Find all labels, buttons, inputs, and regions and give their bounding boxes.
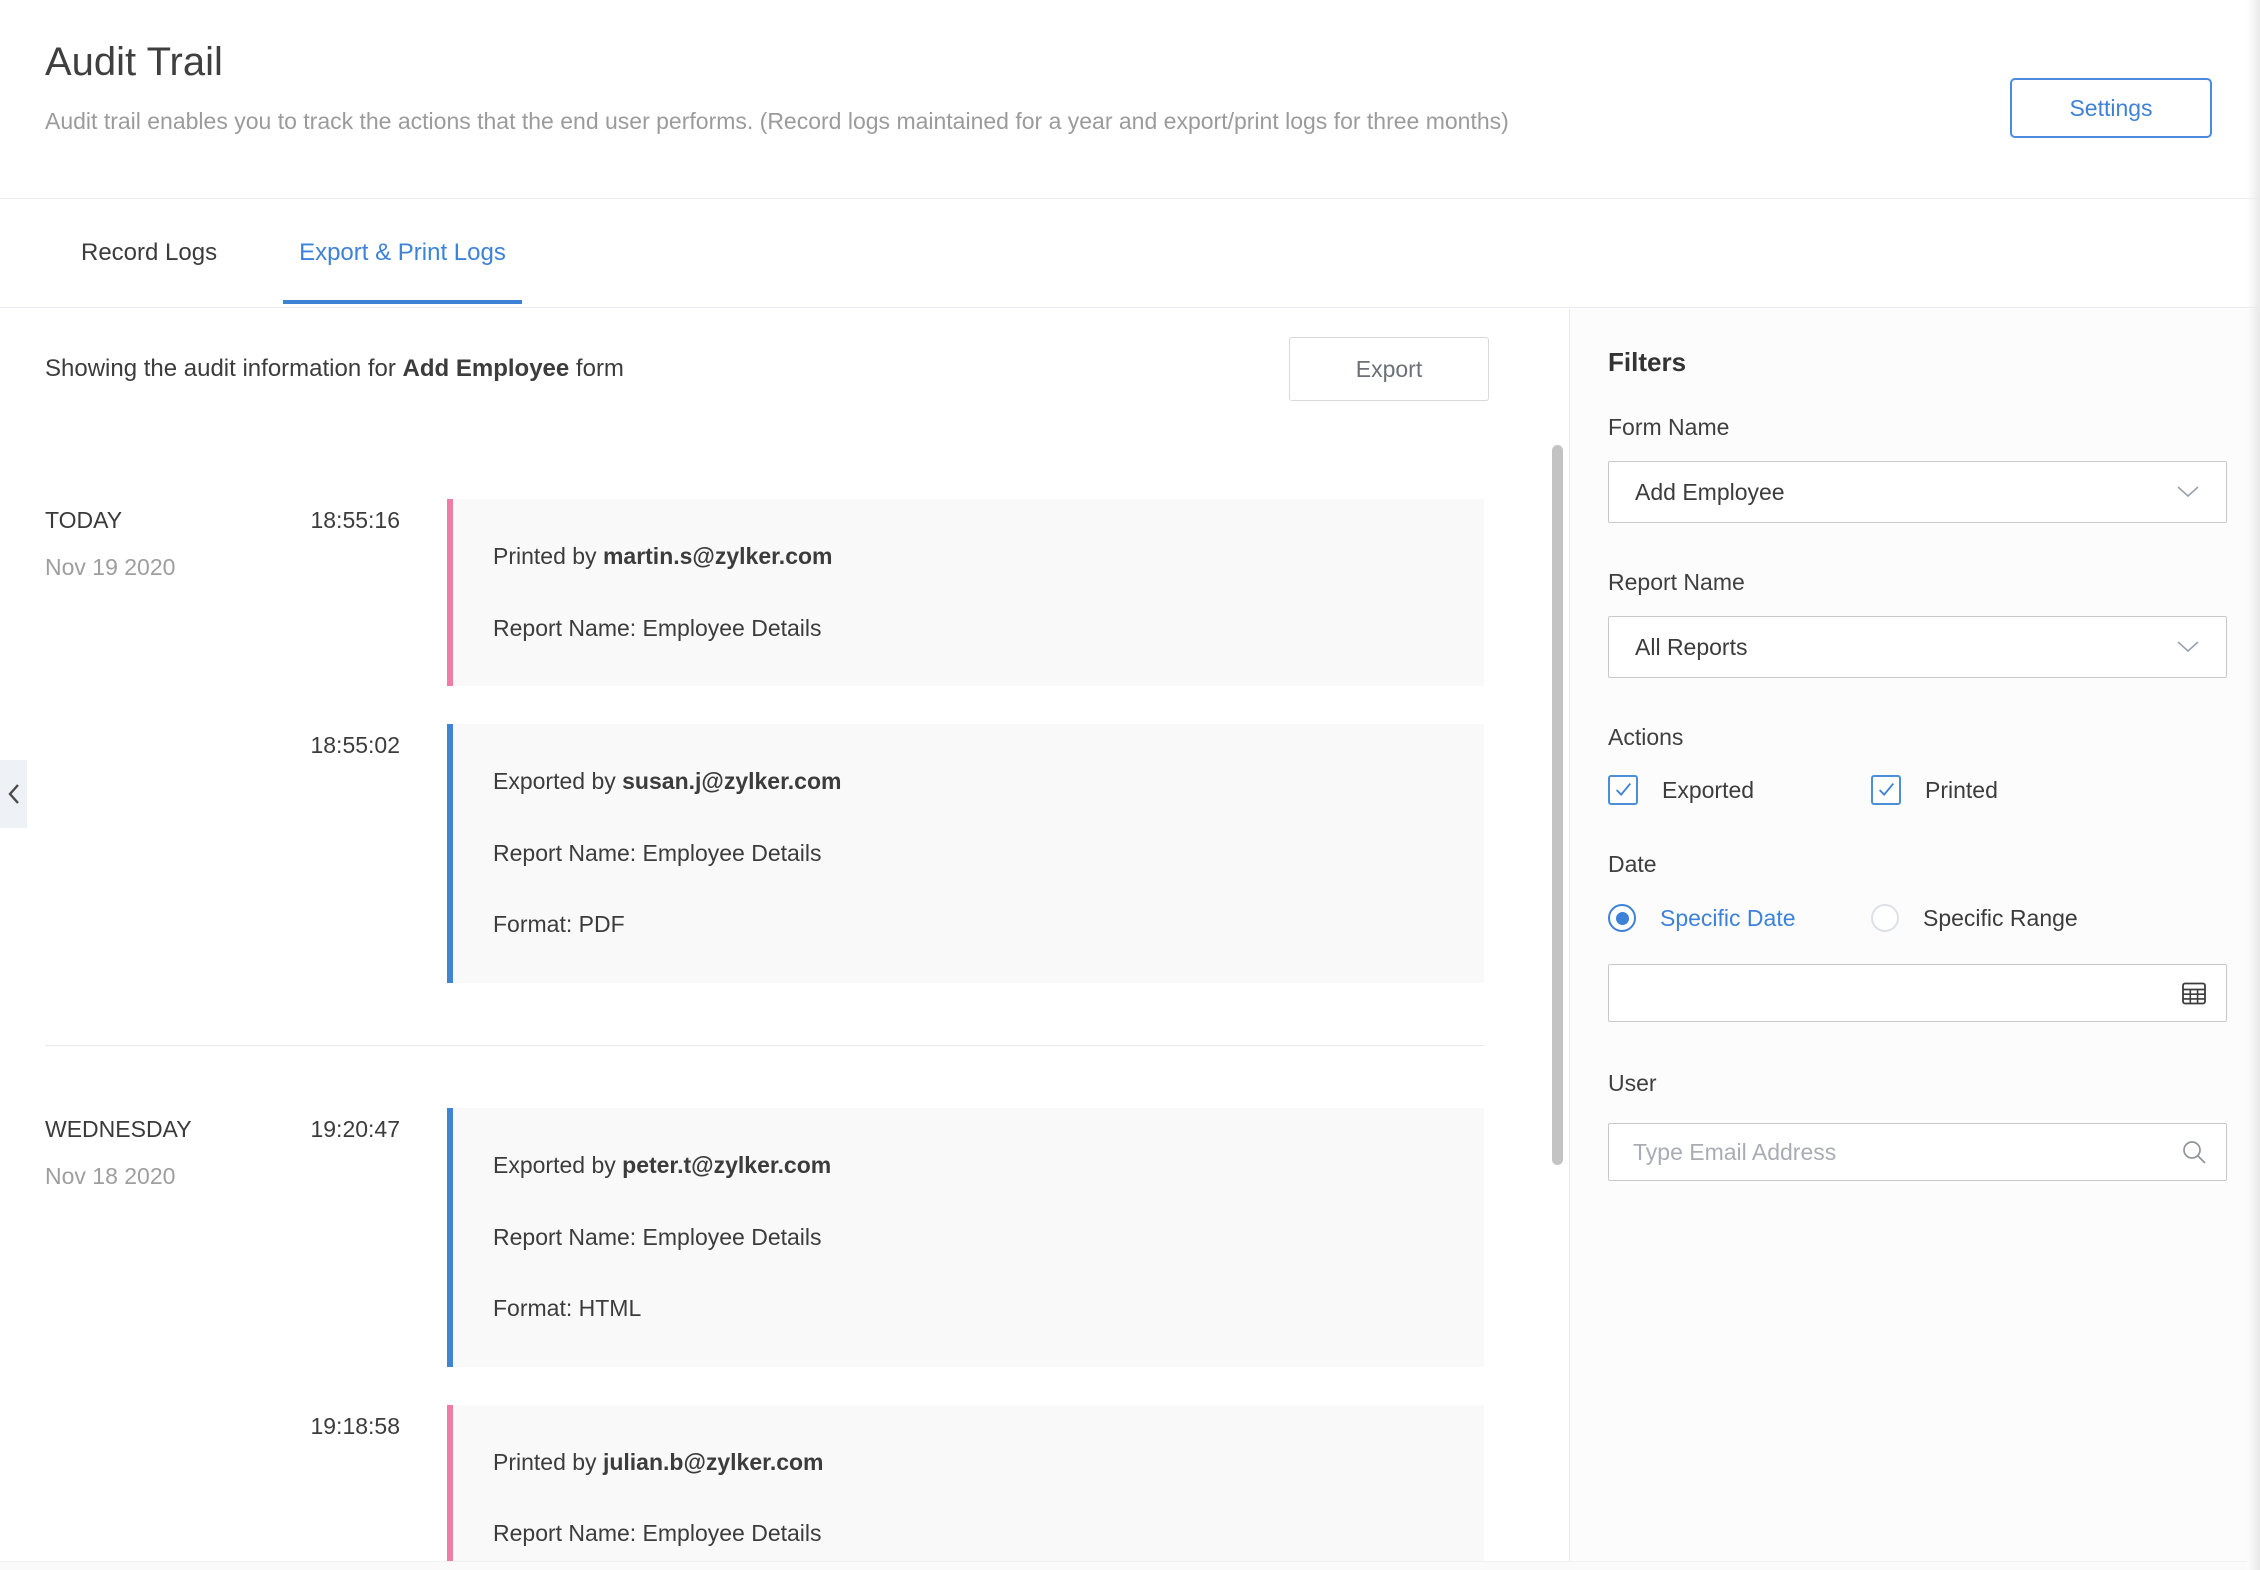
checkbox-exported-label: Exported [1662, 777, 1754, 804]
log-entry: TODAY Nov 19 2020 18:55:16 Printed by ma… [0, 499, 1569, 686]
action-line: Exported by susan.j@zylker.com [493, 768, 1444, 796]
chevron-left-icon [7, 783, 21, 805]
page-header: Audit Trail Audit trail enables you to t… [0, 0, 2260, 199]
specific-date-input[interactable] [1608, 964, 2227, 1022]
chevron-down-icon [2176, 485, 2200, 499]
action-user: martin.s@zylker.com [603, 543, 833, 569]
actions-options: Exported Printed [1608, 775, 2227, 805]
day-label: TODAY [45, 507, 175, 534]
checkbox-checked-icon [1608, 775, 1638, 805]
report-line: Report Name: Employee Details [493, 840, 1444, 868]
specific-date-field [1608, 964, 2227, 1022]
audit-trail-page: Audit Trail Audit trail enables you to t… [0, 0, 2260, 1570]
radio-selected-icon [1608, 904, 1636, 932]
user-email-input[interactable] [1608, 1123, 2227, 1181]
log-card-printed: Printed by julian.b@zylker.com Report Na… [447, 1405, 1484, 1570]
action-text: Printed by [493, 543, 597, 569]
report-line: Report Name: Employee Details [493, 1520, 1444, 1548]
action-user: peter.t@zylker.com [622, 1152, 831, 1178]
entry-time: 18:55:16 [310, 507, 400, 581]
action-line: Exported by peter.t@zylker.com [493, 1152, 1444, 1180]
format-line: Format: HTML [493, 1295, 1444, 1323]
list-scrollbar-thumb[interactable] [1552, 445, 1563, 1165]
entry-meta: 19:18:58 [0, 1405, 447, 1440]
entry-time: 19:18:58 [310, 1413, 400, 1440]
action-line: Printed by martin.s@zylker.com [493, 543, 1444, 571]
log-card-exported: Exported by susan.j@zylker.com Report Na… [447, 724, 1484, 983]
checkbox-checked-icon [1871, 775, 1901, 805]
showing-text: Showing the audit information for Add Em… [45, 355, 624, 383]
export-button[interactable]: Export [1289, 337, 1489, 401]
showing-prefix: Showing the audit information for [45, 355, 396, 382]
date-options: Specific Date Specific Range [1608, 904, 2227, 932]
form-name-select[interactable]: Add Employee [1608, 461, 2227, 523]
action-user: julian.b@zylker.com [603, 1449, 824, 1475]
entry-time: 19:20:47 [310, 1116, 400, 1190]
showing-form-name: Add Employee [403, 355, 570, 382]
form-name-value: Add Employee [1635, 479, 1785, 506]
action-text: Exported by [493, 768, 616, 794]
report-name-value: All Reports [1635, 634, 1747, 661]
log-entry: 19:18:58 Printed by julian.b@zylker.com … [0, 1405, 1569, 1570]
bottom-edge [0, 1561, 2247, 1570]
log-entry: 18:55:02 Exported by susan.j@zylker.com … [0, 724, 1569, 983]
radio-specific-range-label: Specific Range [1923, 905, 2078, 932]
report-name-label: Report Name [1608, 569, 2227, 596]
action-line: Printed by julian.b@zylker.com [493, 1449, 1444, 1477]
entry-meta: TODAY Nov 19 2020 18:55:16 [0, 499, 447, 581]
user-label: User [1608, 1070, 2227, 1097]
action-user: susan.j@zylker.com [622, 768, 841, 794]
group-divider [45, 1045, 1484, 1046]
report-line: Report Name: Employee Details [493, 1224, 1444, 1252]
actions-label: Actions [1608, 724, 2227, 751]
showing-suffix: form [576, 355, 624, 382]
action-text: Exported by [493, 1152, 616, 1178]
tab-export-print-logs[interactable]: Export & Print Logs [283, 199, 522, 307]
action-text: Printed by [493, 1449, 597, 1475]
calendar-icon[interactable] [2181, 980, 2207, 1006]
radio-specific-date[interactable]: Specific Date [1608, 904, 1871, 932]
day-date: Nov 18 2020 [45, 1163, 192, 1190]
day-block: TODAY Nov 19 2020 [45, 507, 175, 581]
entry-meta: 18:55:02 [0, 724, 447, 759]
timeline: TODAY Nov 19 2020 18:55:16 Printed by ma… [0, 499, 1569, 1570]
filters-title: Filters [1608, 347, 2227, 378]
checkbox-printed[interactable]: Printed [1871, 775, 2134, 805]
radio-specific-date-label: Specific Date [1660, 905, 1796, 932]
tab-record-logs[interactable]: Record Logs [65, 199, 233, 307]
radio-unselected-icon [1871, 904, 1899, 932]
page-title: Audit Trail [45, 40, 223, 85]
entry-time: 18:55:02 [310, 732, 400, 759]
report-name-select[interactable]: All Reports [1608, 616, 2227, 678]
log-card-exported: Exported by peter.t@zylker.com Report Na… [447, 1108, 1484, 1367]
form-name-label: Form Name [1608, 414, 2227, 441]
log-card-printed: Printed by martin.s@zylker.com Report Na… [447, 499, 1484, 686]
checkbox-printed-label: Printed [1925, 777, 1998, 804]
entry-meta: WEDNESDAY Nov 18 2020 19:20:47 [0, 1108, 447, 1190]
format-line: Format: PDF [493, 911, 1444, 939]
chevron-down-icon [2176, 640, 2200, 654]
collapse-panel-handle[interactable] [0, 760, 27, 828]
report-line: Report Name: Employee Details [493, 615, 1444, 643]
settings-button[interactable]: Settings [2010, 78, 2212, 138]
day-date: Nov 19 2020 [45, 554, 175, 581]
day-block: WEDNESDAY Nov 18 2020 [45, 1116, 192, 1190]
checkbox-exported[interactable]: Exported [1608, 775, 1871, 805]
log-entry: WEDNESDAY Nov 18 2020 19:20:47 Exported … [0, 1108, 1569, 1367]
page-subtitle: Audit trail enables you to track the act… [45, 108, 1509, 135]
radio-specific-range[interactable]: Specific Range [1871, 904, 2134, 932]
filters-panel: Filters Form Name Add Employee Report Na… [1570, 309, 2260, 1570]
search-icon[interactable] [2181, 1139, 2207, 1165]
user-field [1608, 1123, 2227, 1181]
audit-log-list: Showing the audit information for Add Em… [0, 309, 1569, 1570]
date-label: Date [1608, 851, 2227, 878]
content-header: Showing the audit information for Add Em… [45, 337, 1529, 401]
day-label: WEDNESDAY [45, 1116, 192, 1143]
tab-bar: Record Logs Export & Print Logs [0, 199, 2260, 308]
